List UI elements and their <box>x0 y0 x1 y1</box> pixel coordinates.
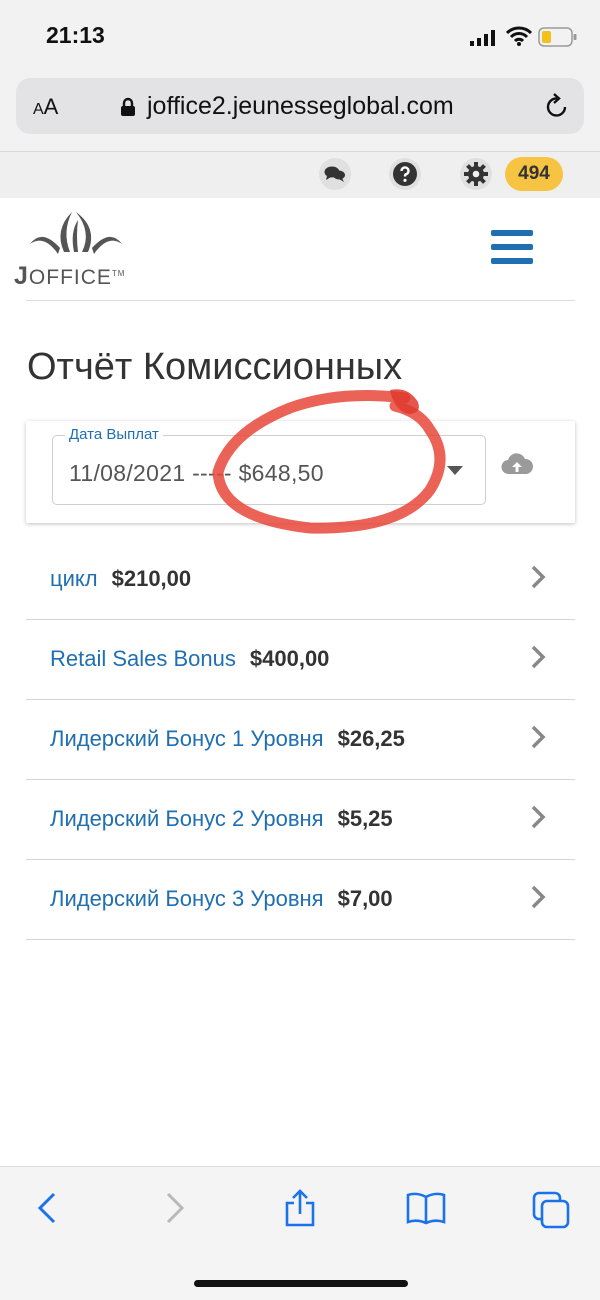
tabs-icon[interactable] <box>532 1191 572 1229</box>
commission-label[interactable]: Лидерский Бонус 3 Уровня $7,00 <box>50 886 393 912</box>
cellular-signal-icon <box>470 30 495 46</box>
hamburger-menu-icon[interactable] <box>491 230 533 266</box>
chevron-right-icon[interactable] <box>530 644 546 670</box>
joffice-logo-text: JOFFICETM <box>14 262 126 290</box>
chevron-right-icon[interactable] <box>530 564 546 590</box>
page-title: Отчёт Комиссионных <box>27 346 403 388</box>
browser-bottom-toolbar <box>0 1166 600 1300</box>
list-item[interactable]: Лидерский Бонус 1 Уровня $26,25 <box>26 700 575 780</box>
chevron-right-icon[interactable] <box>530 724 546 750</box>
commission-amount: $210,00 <box>111 566 192 591</box>
wifi-icon <box>506 26 532 46</box>
payout-date-select[interactable]: Дата Выплат 11/08/2021 ----- $648,50 <box>52 426 486 505</box>
commission-label[interactable]: цикл $210,00 <box>50 566 191 592</box>
url-text[interactable]: joffice2.jeunesseglobal.com <box>147 92 454 121</box>
status-bar: 21:13 <box>0 0 600 75</box>
text-size-button[interactable]: AA <box>33 94 58 120</box>
payout-date-value[interactable]: 11/08/2021 ----- $648,50 <box>69 460 324 487</box>
commission-label[interactable]: Лидерский Бонус 2 Уровня $5,25 <box>50 806 393 832</box>
battery-icon <box>538 27 577 47</box>
gear-icon[interactable] <box>460 158 492 190</box>
commission-amount: $400,00 <box>249 646 330 671</box>
header-divider <box>26 300 575 301</box>
list-item[interactable]: Retail Sales Bonus $400,00 <box>26 620 575 700</box>
payout-date-label: Дата Выплат <box>65 426 163 443</box>
browser-address-area: AA joffice2.jeunesseglobal.com <box>0 75 600 152</box>
commission-label[interactable]: Лидерский Бонус 1 Уровня $26,25 <box>50 726 405 752</box>
payout-date-card: Дата Выплат 11/08/2021 ----- $648,50 <box>26 421 575 523</box>
notification-count-badge[interactable]: 494 <box>505 157 563 191</box>
commission-list: цикл $210,00 Retail Sales Bonus $400,00 Ли… <box>26 540 575 940</box>
dropdown-caret-icon[interactable] <box>447 466 463 475</box>
chevron-right-icon[interactable] <box>530 804 546 830</box>
lock-icon <box>121 97 135 116</box>
reload-icon[interactable] <box>544 93 570 121</box>
address-bar[interactable]: AA joffice2.jeunesseglobal.com <box>16 78 584 134</box>
chevron-right-icon[interactable] <box>530 884 546 910</box>
share-icon[interactable] <box>283 1189 317 1227</box>
app-toolbar: 494 <box>0 152 600 198</box>
forward-icon[interactable] <box>164 1191 186 1225</box>
help-icon[interactable] <box>389 158 421 190</box>
commission-amount: $5,25 <box>337 806 393 831</box>
list-item[interactable]: Лидерский Бонус 3 Уровня $7,00 <box>26 860 575 940</box>
home-indicator <box>194 1280 408 1287</box>
commission-amount: $26,25 <box>337 726 405 751</box>
commission-amount: $7,00 <box>337 886 393 911</box>
bookmarks-icon[interactable] <box>405 1191 447 1225</box>
commission-label[interactable]: Retail Sales Bonus $400,00 <box>50 646 329 672</box>
list-item[interactable]: Лидерский Бонус 2 Уровня $5,25 <box>26 780 575 860</box>
status-time: 21:13 <box>46 22 105 48</box>
chat-icon[interactable] <box>319 158 351 190</box>
back-icon[interactable] <box>36 1191 58 1225</box>
list-item[interactable]: цикл $210,00 <box>26 540 575 620</box>
cloud-upload-icon[interactable] <box>501 453 533 475</box>
